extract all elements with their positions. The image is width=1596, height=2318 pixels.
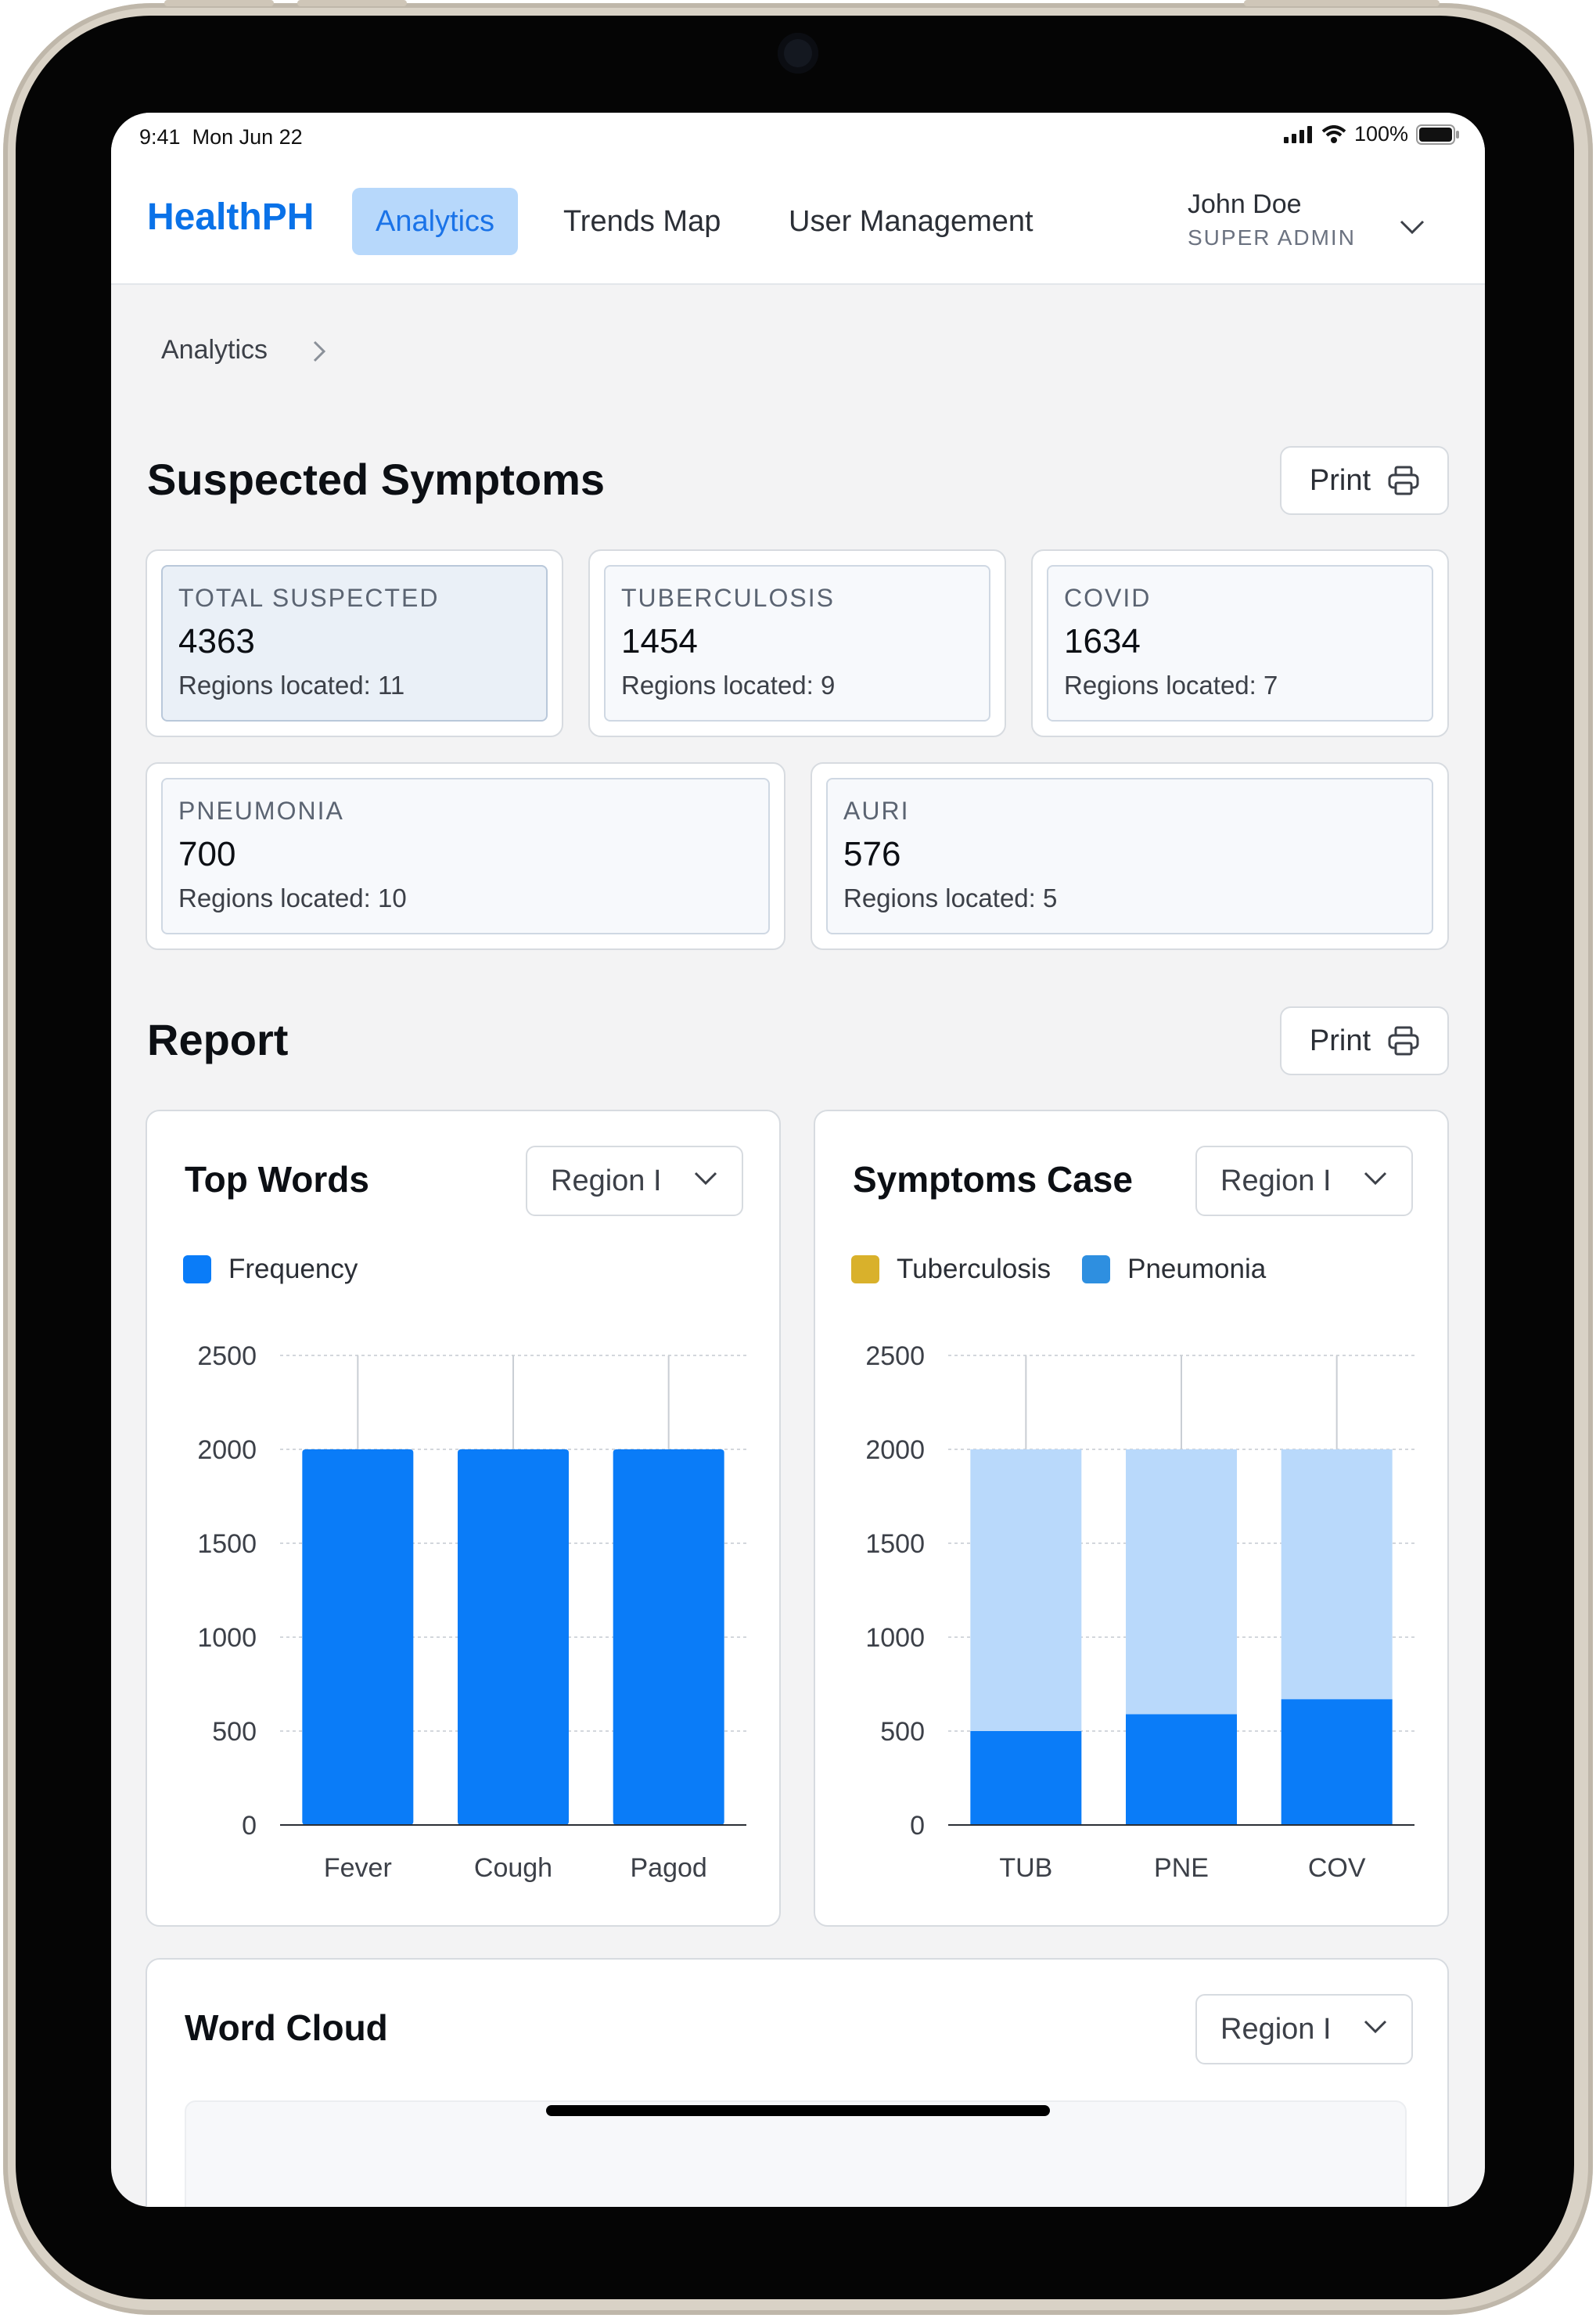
bar-segment-tuberculosis[interactable] (970, 1449, 1082, 1731)
status-time: 9:41 (139, 125, 181, 149)
status-date: Mon Jun 22 (192, 125, 303, 149)
stat-value: 700 (178, 835, 236, 873)
x-tick-label: Fever (324, 1853, 392, 1883)
print-button-report[interactable]: Print (1280, 1006, 1449, 1075)
device-button (164, 0, 274, 6)
stat-label: TUBERCULOSIS (621, 584, 835, 612)
user-role: SUPER ADMIN (1188, 225, 1356, 250)
status-right: 100% (1283, 122, 1460, 146)
panel-symptoms-case: Symptoms Case Region I Tuberculosis Pneu… (814, 1110, 1449, 1927)
stat-label: COVID (1064, 584, 1152, 612)
stat-regions: Regions located: 11 (178, 671, 405, 700)
tab-trends-map[interactable]: Trends Map (540, 188, 744, 255)
panel-top-words: Top Words Region I Frequency 0 500 1000 150… (146, 1110, 781, 1927)
print-button-symptoms[interactable]: Print (1280, 446, 1449, 515)
region-select-word-cloud[interactable]: Region I (1195, 1994, 1413, 2064)
stat-value: 1634 (1064, 622, 1141, 660)
region-select-value: Region I (1220, 2013, 1332, 2046)
y-tick-label: 500 (880, 1717, 925, 1747)
stat-card-covid[interactable]: COVID 1634 Regions located: 7 (1031, 549, 1449, 737)
wifi-icon (1321, 124, 1346, 143)
x-tick-label: TUB (999, 1853, 1052, 1883)
stat-regions: Regions located: 7 (1064, 671, 1278, 700)
printer-icon (1388, 1026, 1419, 1056)
stat-value: 1454 (621, 622, 698, 660)
screen: 9:41 Mon Jun 22 100% HealthPH Analytics … (111, 113, 1485, 2207)
battery-icon (1416, 124, 1459, 145)
y-tick-label: 2000 (197, 1435, 257, 1465)
print-label: Print (1309, 1024, 1371, 1057)
battery-percent: 100% (1353, 122, 1408, 146)
stat-card-body: COVID 1634 Regions located: 7 (1047, 565, 1433, 722)
y-tick-label: 0 (242, 1811, 257, 1841)
stat-card-total[interactable]: TOTAL SUSPECTED 4363 Regions located: 11 (146, 549, 563, 737)
tab-analytics[interactable]: Analytics (352, 188, 519, 255)
signal-icon (1283, 125, 1312, 143)
stat-regions: Regions located: 5 (843, 884, 1058, 912)
stat-regions: Regions located: 10 (178, 884, 407, 912)
y-tick-label: 2500 (197, 1341, 257, 1371)
top-nav: HealthPH Analytics Trends Map User Manag… (111, 160, 1485, 285)
bar-segment-tuberculosis[interactable] (1281, 1449, 1393, 1700)
breadcrumb[interactable]: Analytics (161, 335, 268, 365)
x-tick-label: COV (1308, 1853, 1366, 1883)
y-tick-label: 2500 (865, 1341, 925, 1371)
y-tick-label: 1500 (865, 1529, 925, 1559)
chart-top-words: 0 500 1000 1500 2000 2500 Fever Cough Pagod (197, 1341, 746, 1883)
chevron-down-icon[interactable] (1399, 219, 1425, 235)
word-cloud-canvas (185, 2100, 1407, 2207)
section-title-symptoms: Suspected Symptoms (147, 455, 606, 504)
section-title-report: Report (147, 1015, 289, 1064)
x-tick-label: PNE (1154, 1853, 1209, 1883)
bar-segment-pneumonia[interactable] (970, 1731, 1082, 1825)
stat-card-pneumonia[interactable]: PNEUMONIA 700 Regions located: 10 (146, 762, 785, 950)
bar[interactable] (458, 1449, 569, 1825)
user-name[interactable]: John Doe (1188, 189, 1302, 220)
stat-label: AURI (843, 797, 910, 825)
stat-regions: Regions located: 9 (621, 671, 836, 700)
stat-card-tuberculosis[interactable]: TUBERCULOSIS 1454 Regions located: 9 (588, 549, 1006, 737)
tab-user-management[interactable]: User Management (765, 188, 1057, 255)
device-button (297, 0, 407, 6)
bar[interactable] (613, 1449, 724, 1825)
stat-card-body: TOTAL SUSPECTED 4363 Regions located: 11 (161, 565, 548, 722)
stat-card-auri[interactable]: AURI 576 Regions located: 5 (811, 762, 1449, 950)
printer-icon (1388, 466, 1419, 495)
y-tick-label: 500 (212, 1717, 257, 1747)
stat-card-body: TUBERCULOSIS 1454 Regions located: 9 (604, 565, 990, 722)
panel-title: Word Cloud (185, 2007, 388, 2048)
stat-label: TOTAL SUSPECTED (178, 584, 440, 612)
status-time-date: 9:41 Mon Jun 22 (139, 125, 303, 149)
home-indicator[interactable] (546, 2105, 1050, 2116)
x-tick-label: Pagod (631, 1853, 707, 1883)
panel-word-cloud: Word Cloud Region I (146, 1958, 1449, 2207)
y-tick-label: 0 (910, 1811, 925, 1841)
bar-segment-tuberculosis[interactable] (1126, 1449, 1237, 1715)
y-tick-label: 1000 (865, 1623, 925, 1653)
chevron-down-icon (1364, 2020, 1387, 2034)
status-bar: 9:41 Mon Jun 22 100% (111, 113, 1485, 160)
bar-segment-pneumonia[interactable] (1126, 1714, 1237, 1825)
chevron-right-icon (313, 340, 326, 362)
chart-symptoms-case: 0 500 1000 1500 2000 2500 TUB PNE COV (865, 1341, 1414, 1883)
bar[interactable] (302, 1449, 414, 1825)
camera-icon (778, 33, 818, 74)
x-tick-label: Cough (474, 1853, 552, 1883)
y-tick-label: 1000 (197, 1623, 257, 1653)
device-button (1244, 0, 1440, 6)
stat-value: 576 (843, 835, 901, 873)
brand-logo[interactable]: HealthPH (147, 196, 314, 239)
stat-card-body: AURI 576 Regions located: 5 (826, 778, 1433, 934)
print-label: Print (1309, 463, 1371, 497)
stat-value: 4363 (178, 622, 255, 660)
stat-label: PNEUMONIA (178, 797, 344, 825)
y-tick-label: 1500 (197, 1529, 257, 1559)
stat-card-body: PNEUMONIA 700 Regions located: 10 (161, 778, 770, 934)
bar-segment-pneumonia[interactable] (1281, 1699, 1393, 1825)
y-tick-label: 2000 (865, 1435, 925, 1465)
